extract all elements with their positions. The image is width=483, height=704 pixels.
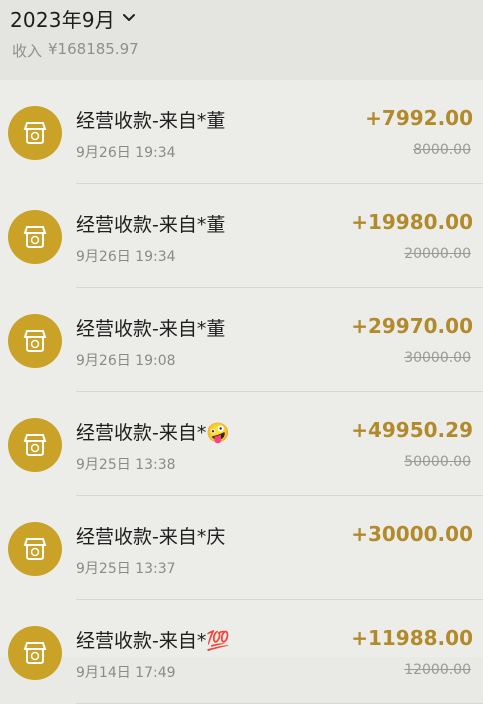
transaction-row[interactable]: 经营收款-来自*🤪 9月25日 13:38 +49950.29 50000.00: [0, 392, 483, 496]
transaction-title: 经营收款-来自*董: [76, 214, 226, 236]
transaction-title: 经营收款-来自*董: [76, 110, 226, 132]
store-icon: [8, 314, 62, 368]
original-amount: 12000.00: [404, 662, 471, 678]
transaction-row[interactable]: 经营收款-来自*庆 9月25日 13:37 +30000.00: [0, 496, 483, 600]
store-icon: [8, 106, 62, 160]
page-header: 2023年9月 收入 ¥168185.97: [0, 0, 483, 80]
transaction-time: 9月25日 13:37: [76, 561, 176, 577]
transaction-list: 经营收款-来自*董 9月26日 19:34 +7992.00 8000.00 经…: [0, 80, 483, 704]
transaction-row[interactable]: 经营收款-来自*董 9月26日 19:34 +19980.00 20000.00: [0, 184, 483, 288]
original-amount: 8000.00: [413, 142, 471, 158]
income-value: ¥168185.97: [48, 40, 139, 58]
transaction-amount: +49950.29: [351, 418, 473, 442]
chevron-down-icon: [123, 14, 136, 21]
transaction-row[interactable]: 经营收款-来自*董 9月26日 19:34 +7992.00 8000.00: [0, 80, 483, 184]
income-summary: 收入 ¥168185.97: [12, 40, 139, 61]
transaction-time: 9月14日 17:49: [76, 665, 176, 681]
transaction-row[interactable]: 经营收款-来自*董 9月26日 19:08 +29970.00 30000.00: [0, 288, 483, 392]
transaction-title: 经营收款-来自*💯: [76, 630, 231, 652]
store-icon: [8, 522, 62, 576]
transaction-title: 经营收款-来自*🤪: [76, 422, 231, 444]
transaction-time: 9月26日 19:08: [76, 353, 176, 369]
transaction-row[interactable]: 经营收款-来自*💯 9月14日 17:49 +11988.00 12000.00: [0, 600, 483, 704]
transaction-amount: +30000.00: [351, 522, 473, 546]
transaction-amount: +7992.00: [365, 106, 473, 130]
original-amount: 20000.00: [404, 246, 471, 262]
transaction-amount: +11988.00: [351, 626, 473, 650]
transaction-amount: +29970.00: [351, 314, 473, 338]
original-amount: 50000.00: [404, 454, 471, 470]
transaction-amount: +19980.00: [351, 210, 473, 234]
store-icon: [8, 210, 62, 264]
month-selector[interactable]: 2023年9月: [10, 4, 137, 32]
original-amount: 30000.00: [404, 350, 471, 366]
income-label: 收入: [12, 42, 43, 60]
transaction-time: 9月26日 19:34: [76, 249, 176, 265]
transaction-time: 9月26日 19:34: [76, 145, 176, 161]
transaction-title: 经营收款-来自*董: [76, 318, 226, 340]
transaction-title: 经营收款-来自*庆: [76, 526, 226, 548]
store-icon: [8, 626, 62, 680]
month-title: 2023年9月: [10, 7, 116, 32]
store-icon: [8, 418, 62, 472]
transaction-time: 9月25日 13:38: [76, 457, 176, 473]
